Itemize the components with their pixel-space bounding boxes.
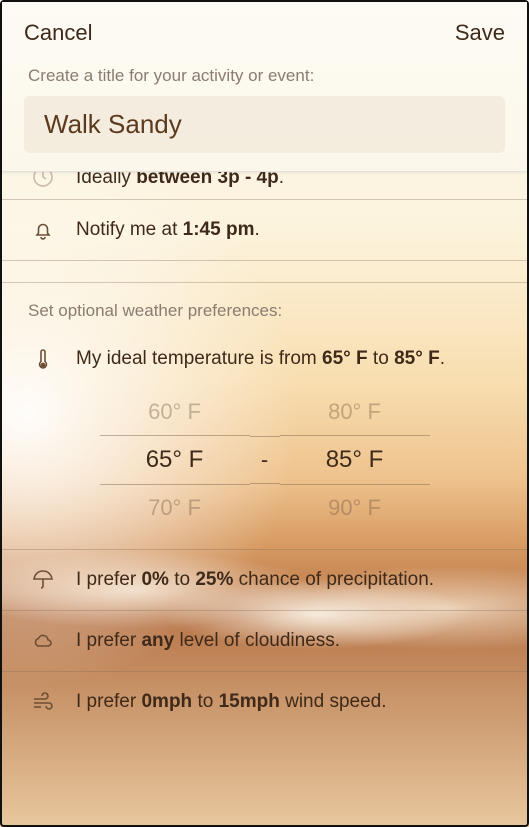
title-prompt-label: Create a title for your activity or even… xyxy=(28,66,505,86)
wind-text: I prefer 0mph to 15mph wind speed. xyxy=(76,691,505,713)
notify-text: Notify me at 1:45 pm. xyxy=(76,219,505,241)
section-divider xyxy=(2,261,527,283)
temperature-block: My ideal temperature is from 65° F to 85… xyxy=(2,329,527,550)
thermometer-icon xyxy=(30,347,56,371)
low-temp-prev: 60° F xyxy=(100,399,250,425)
low-temp-selected[interactable]: 65° F xyxy=(100,435,250,485)
cloudiness-row[interactable]: I prefer any level of cloudiness. xyxy=(2,611,527,672)
cloudiness-text: I prefer any level of cloudiness. xyxy=(76,630,505,652)
weather-prefs-label: Set optional weather preferences: xyxy=(2,283,527,329)
precipitation-row[interactable]: I prefer 0% to 25% chance of precipitati… xyxy=(2,550,527,611)
wind-icon xyxy=(30,690,56,714)
ideal-time-text: Ideally between 3p - 4p. xyxy=(76,172,505,189)
clock-icon xyxy=(30,172,56,189)
temperature-row[interactable]: My ideal temperature is from 65° F to 85… xyxy=(2,329,527,389)
save-button[interactable]: Save xyxy=(455,20,505,46)
wind-row[interactable]: I prefer 0mph to 15mph wind speed. xyxy=(2,672,527,732)
cloud-icon xyxy=(30,629,56,653)
nav-bar: Cancel Save xyxy=(24,14,505,66)
cancel-button[interactable]: Cancel xyxy=(24,20,92,46)
preferences-list: Ideally between 3p - 4p. Notify me at 1:… xyxy=(2,172,527,732)
notify-row[interactable]: Notify me at 1:45 pm. xyxy=(2,200,527,261)
low-temp-next: 70° F xyxy=(100,495,250,521)
high-temp-selected[interactable]: 85° F xyxy=(280,435,430,485)
precipitation-text: I prefer 0% to 25% chance of precipitati… xyxy=(76,569,505,591)
high-temp-prev: 80° F xyxy=(280,399,430,425)
high-temp-next: 90° F xyxy=(280,495,430,521)
ideal-time-row[interactable]: Ideally between 3p - 4p. xyxy=(2,172,527,200)
temperature-text: My ideal temperature is from 65° F to 85… xyxy=(76,348,505,370)
header-card: Cancel Save Create a title for your acti… xyxy=(2,2,527,172)
title-input-wrap[interactable] xyxy=(24,96,505,153)
bell-icon xyxy=(30,218,56,242)
picker-dash: - xyxy=(250,436,280,484)
temperature-picker[interactable]: 60° F 80° F 65° F - 85° F 70° F 90° F xyxy=(100,399,430,521)
activity-title-input[interactable] xyxy=(42,108,487,141)
umbrella-icon xyxy=(30,568,56,592)
